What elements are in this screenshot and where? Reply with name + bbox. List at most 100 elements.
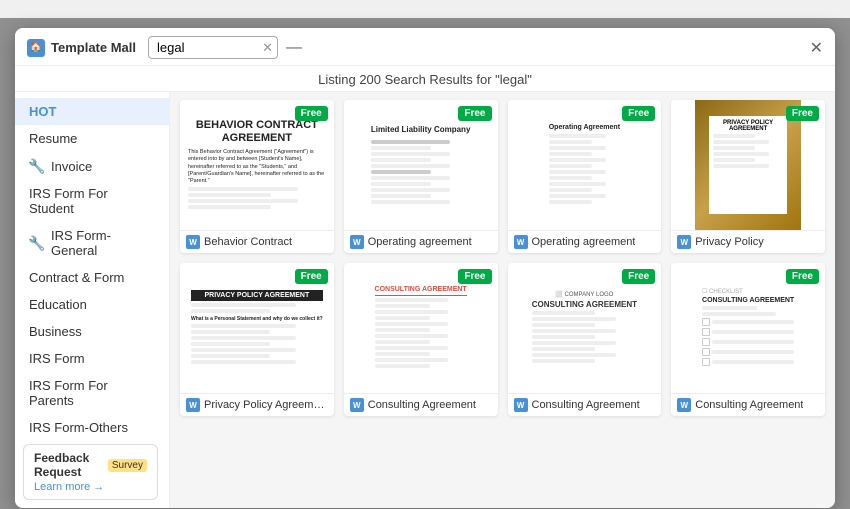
card-consulting-2[interactable]: ⬜ COMPANY LOGO CONSULTING AGREEMENT <box>508 263 662 416</box>
card-behavior-contract[interactable]: BEHAVIOR CONTRACT AGREEMENT This Behavio… <box>180 100 334 253</box>
irs-form-label: IRS Form <box>29 351 85 366</box>
sidebar-item-resume[interactable]: Resume <box>15 125 169 152</box>
doc-icon-4: W <box>677 235 691 249</box>
doc-icon-2: W <box>350 235 364 249</box>
irs-student-label: IRS Form For Student <box>29 186 155 216</box>
card-label-1: Behavior Contract <box>204 236 292 248</box>
card-preview-8: ☐ CHECKLIST CONSULTING AGREEMENT <box>671 263 825 393</box>
sidebar-item-irs-form[interactable]: IRS Form <box>15 345 169 372</box>
resume-label: Resume <box>29 131 77 146</box>
template-grid: BEHAVIOR CONTRACT AGREEMENT This Behavio… <box>180 100 825 416</box>
card-preview-4: PRIVACY POLICY AGREEMENT Free <box>671 100 825 230</box>
search-clear-button[interactable]: ✕ <box>262 40 273 56</box>
doc-icon-7: W <box>514 398 528 412</box>
card-label-5: Privacy Policy Agreement <box>204 399 328 411</box>
doc-preview-privacy: PRIVACY POLICY AGREEMENT <box>695 100 801 230</box>
irs-general-icon: 🔧 <box>29 235 45 251</box>
contract-label: Contract & Form <box>29 270 124 285</box>
modal-window: 🏠 Template Mall ✕ — ✕ Listing 200 Search… <box>15 28 835 508</box>
card-consulting-1[interactable]: CONSULTING AGREEMENT <box>344 263 498 416</box>
card-footer-4: W Privacy Policy <box>671 230 825 253</box>
invoice-icon: 🔧 <box>29 158 45 174</box>
content-area: BEHAVIOR CONTRACT AGREEMENT This Behavio… <box>170 92 835 508</box>
card-operating-2[interactable]: Operating Agreement <box>508 100 662 253</box>
sidebar-item-irs-student[interactable]: IRS Form For Student <box>15 180 169 222</box>
doc-preview-privacy2: PRIVACY POLICY AGREEMENT What is a Perso… <box>185 284 329 372</box>
doc-preview-behavior: BEHAVIOR CONTRACT AGREEMENT This Behavio… <box>180 111 334 219</box>
invoice-label: Invoice <box>51 159 92 174</box>
card-footer-7: W Consulting Agreement <box>508 393 662 416</box>
modal-overlay: 🏠 Template Mall ✕ — ✕ Listing 200 Search… <box>0 18 850 509</box>
sidebar: HOT Resume 🔧 Invoice IRS Form For Studen… <box>15 92 170 508</box>
modal-title-area: 🏠 Template Mall <box>27 39 136 57</box>
card-label-3: Operating agreement <box>532 236 636 248</box>
free-badge-4: Free <box>786 106 819 121</box>
free-badge-5: Free <box>295 269 328 284</box>
sidebar-item-invoice[interactable]: 🔧 Invoice <box>15 152 169 180</box>
sidebar-item-education[interactable]: Education <box>15 291 169 318</box>
card-footer-2: W Operating agreement <box>344 230 498 253</box>
modal-body: HOT Resume 🔧 Invoice IRS Form For Studen… <box>15 92 835 508</box>
free-badge-7: Free <box>622 269 655 284</box>
doc-preview-irs: Operating Agreement <box>543 118 626 212</box>
card-label-7: Consulting Agreement <box>532 399 640 411</box>
irs-parents-label: IRS Form For Parents <box>29 378 155 408</box>
card-label-8: Consulting Agreement <box>695 399 803 411</box>
free-badge-6: Free <box>458 269 491 284</box>
card-footer-1: W Behavior Contract <box>180 230 334 253</box>
card-preview-3: Operating Agreement <box>508 100 662 230</box>
doc-icon-3: W <box>514 235 528 249</box>
free-badge-8: Free <box>786 269 819 284</box>
free-badge-1: Free <box>295 106 328 121</box>
sidebar-item-hot[interactable]: HOT <box>15 98 169 125</box>
modal-title: Template Mall <box>51 40 136 55</box>
feedback-box: Feedback Request Survey Learn more → <box>23 444 158 500</box>
card-footer-8: W Consulting Agreement <box>671 393 825 416</box>
card-operating-1[interactable]: Limited Liability Company <box>344 100 498 253</box>
sidebar-item-irs-others[interactable]: IRS Form-Others <box>15 414 169 441</box>
results-title: Listing 200 Search Results for "legal" <box>15 66 835 92</box>
free-badge-3: Free <box>622 106 655 121</box>
irs-others-label: IRS Form-Others <box>29 420 128 435</box>
search-input[interactable] <box>148 36 278 59</box>
free-badge-2: Free <box>458 106 491 121</box>
card-footer-3: W Operating agreement <box>508 230 662 253</box>
card-label-6: Consulting Agreement <box>368 399 476 411</box>
card-label-2: Operating agreement <box>368 236 472 248</box>
search-box: ✕ <box>148 36 278 59</box>
sidebar-item-contract[interactable]: Contract & Form <box>15 264 169 291</box>
modal-header: 🏠 Template Mall ✕ — ✕ <box>15 28 835 66</box>
card-privacy-policy-2[interactable]: PRIVACY POLICY AGREEMENT What is a Perso… <box>180 263 334 416</box>
feedback-title: Feedback Request <box>34 451 104 479</box>
template-mall-icon: 🏠 <box>27 39 45 57</box>
doc-preview-consulting: CONSULTING AGREEMENT <box>369 280 473 376</box>
business-label: Business <box>29 324 82 339</box>
doc-icon-1: W <box>186 235 200 249</box>
doc-icon-5: W <box>186 398 200 412</box>
doc-icon-8: W <box>677 398 691 412</box>
card-footer-5: W Privacy Policy Agreement <box>180 393 334 416</box>
sidebar-item-irs-general[interactable]: 🔧 IRS Form-General <box>15 222 169 264</box>
modal-minimize-button[interactable]: — <box>286 39 302 57</box>
doc-preview-consulting3: ☐ CHECKLIST CONSULTING AGREEMENT <box>696 282 800 374</box>
card-privacy-policy[interactable]: PRIVACY POLICY AGREEMENT Free <box>671 100 825 253</box>
sidebar-item-business[interactable]: Business <box>15 318 169 345</box>
sidebar-item-irs-parents[interactable]: IRS Form For Parents <box>15 372 169 414</box>
card-footer-6: W Consulting Agreement <box>344 393 498 416</box>
feedback-survey-badge: Survey <box>108 459 147 472</box>
doc-icon-6: W <box>350 398 364 412</box>
feedback-link[interactable]: Learn more → <box>34 481 147 493</box>
card-preview-6: CONSULTING AGREEMENT <box>344 263 498 393</box>
card-preview-2: Limited Liability Company <box>344 100 498 230</box>
education-label: Education <box>29 297 87 312</box>
doc-preview-consulting2: ⬜ COMPANY LOGO CONSULTING AGREEMENT <box>526 285 643 371</box>
doc-preview-llc: Limited Liability Company <box>365 118 477 211</box>
card-preview-5: PRIVACY POLICY AGREEMENT What is a Perso… <box>180 263 334 393</box>
modal-close-button[interactable]: ✕ <box>810 38 823 58</box>
irs-general-label: IRS Form-General <box>51 228 155 258</box>
card-consulting-3[interactable]: ☐ CHECKLIST CONSULTING AGREEMENT <box>671 263 825 416</box>
doc-privacy-inner: PRIVACY POLICY AGREEMENT <box>709 116 787 214</box>
card-label-4: Privacy Policy <box>695 236 763 248</box>
card-preview-7: ⬜ COMPANY LOGO CONSULTING AGREEMENT <box>508 263 662 393</box>
card-preview-1: BEHAVIOR CONTRACT AGREEMENT This Behavio… <box>180 100 334 230</box>
